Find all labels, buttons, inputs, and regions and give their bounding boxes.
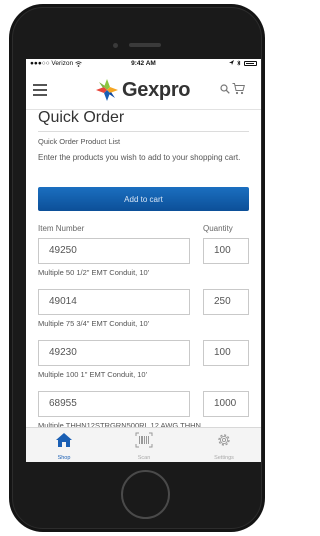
bottom-tab-bar: Shop Scan Settings (26, 427, 261, 462)
status-icons (229, 60, 257, 66)
gear-icon (218, 434, 230, 446)
front-camera (113, 43, 118, 48)
cart-icon[interactable] (232, 82, 245, 95)
menu-icon[interactable] (33, 84, 47, 96)
barcode-icon (135, 432, 153, 448)
app-header: Gexpro (26, 71, 261, 110)
gexpro-logo-icon (96, 79, 118, 101)
item-number-input[interactable]: 49250 (38, 238, 190, 264)
location-icon (229, 60, 234, 65)
title-divider (38, 131, 249, 132)
page-title: Quick Order (38, 109, 125, 126)
tab-scan-label: Scan (137, 455, 151, 461)
product-description: Multiple 50 1/2" EMT Conduit, 10' (38, 268, 150, 277)
search-icon[interactable] (220, 84, 230, 94)
bluetooth-icon (237, 60, 241, 66)
add-to-cart-button[interactable]: Add to cart (38, 187, 249, 211)
gexpro-logo[interactable]: Gexpro (95, 78, 191, 102)
quantity-input[interactable]: 100 (203, 238, 249, 264)
list-subtitle: Quick Order Product List (38, 137, 121, 146)
order-row: 49014 250 Multiple 75 3/4" EMT Conduit, … (26, 289, 261, 343)
product-description: Multiple 100 1" EMT Conduit, 10' (38, 370, 148, 379)
quantity-input[interactable]: 100 (203, 340, 249, 366)
brand-name: Gexpro (122, 78, 191, 101)
home-icon (56, 433, 72, 447)
instructions-text: Enter the products you wish to add to yo… (38, 153, 241, 162)
item-number-header: Item Number (38, 224, 85, 233)
quantity-header: Quantity (203, 224, 233, 233)
item-number-input[interactable]: 49230 (38, 340, 190, 366)
tab-shop[interactable]: Shop (39, 432, 89, 461)
order-row: 49250 100 Multiple 50 1/2" EMT Conduit, … (26, 238, 261, 292)
tab-settings-label: Settings (214, 455, 234, 461)
product-description: Multiple 75 3/4" EMT Conduit, 10' (38, 319, 150, 328)
item-number-input[interactable]: 49014 (38, 289, 190, 315)
order-row: 49230 100 Multiple 100 1" EMT Conduit, 1… (26, 340, 261, 394)
quantity-input[interactable]: 1000 (203, 391, 249, 417)
tab-shop-label: Shop (57, 455, 71, 461)
home-button[interactable] (121, 470, 170, 519)
status-bar: ●●●○○ Verizon 9:42 AM (26, 59, 261, 70)
item-number-input[interactable]: 68955 (38, 391, 190, 417)
app-screen: ●●●○○ Verizon 9:42 AM Gexpro Quick Order… (26, 59, 261, 462)
status-time: 9:42 AM (131, 60, 156, 67)
battery-icon (244, 60, 257, 66)
tab-settings[interactable]: Settings (199, 432, 249, 461)
earpiece-speaker (129, 43, 161, 47)
quantity-input[interactable]: 250 (203, 289, 249, 315)
tab-scan[interactable]: Scan (119, 432, 169, 461)
